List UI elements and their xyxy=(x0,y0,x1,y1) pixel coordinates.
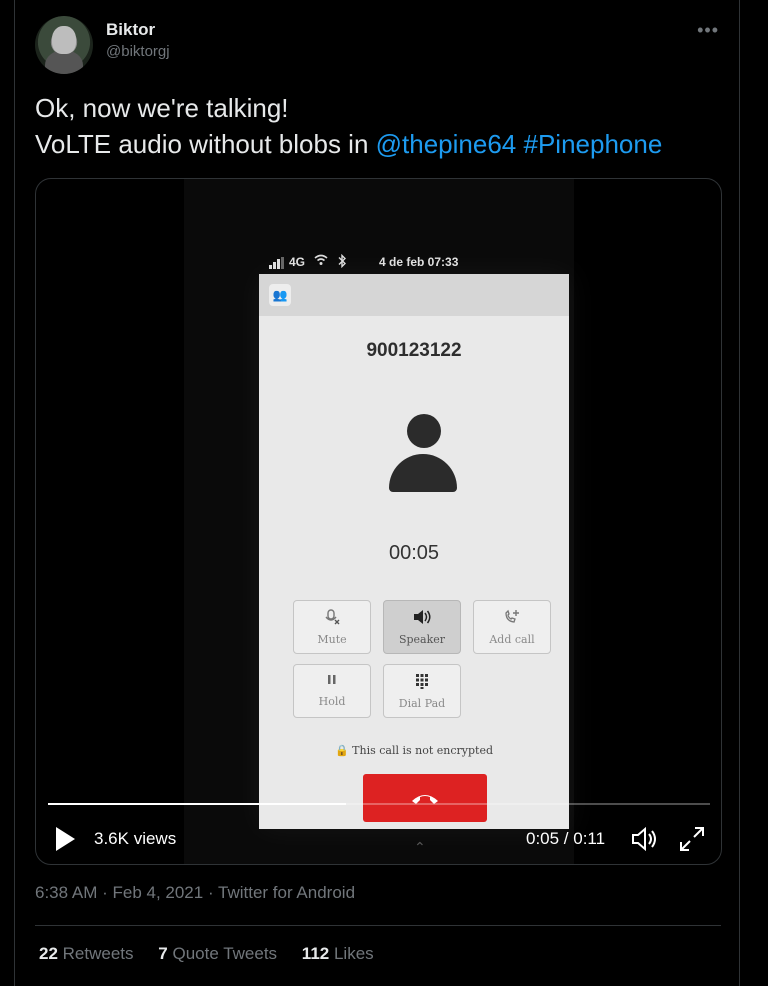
hold-label: Hold xyxy=(318,695,346,708)
bluetooth-icon xyxy=(337,253,347,271)
likes-count: 112 xyxy=(301,944,330,963)
phone-status-bar: 4G 4 de feb 07:33 xyxy=(269,253,569,273)
hangup-button xyxy=(363,774,487,822)
more-options-icon[interactable]: ••• xyxy=(697,20,719,41)
pause-icon xyxy=(294,673,370,691)
likes-stat[interactable]: 112 Likes xyxy=(302,944,374,963)
encryption-notice: 🔒 This call is not encrypted xyxy=(259,744,569,757)
phone-clock: 4 de feb 07:33 xyxy=(379,255,459,269)
video-progress-fill xyxy=(48,803,346,805)
speaker-button: Speaker xyxy=(383,600,461,654)
call-timer: 00:05 xyxy=(388,542,440,564)
quote-tweets-stat[interactable]: 7 Quote Tweets xyxy=(158,944,277,963)
video-player[interactable]: 4G 4 de feb 07:33 👥 900123122 00:05 Mute… xyxy=(35,178,722,865)
play-icon[interactable] xyxy=(56,827,75,851)
retweets-count: 22 xyxy=(39,944,58,963)
view-count: 3.6K views xyxy=(94,829,177,848)
dialpad-icon xyxy=(384,673,460,693)
retweets-stat[interactable]: 22 Retweets xyxy=(39,944,134,963)
speaker-label: Speaker xyxy=(398,633,446,646)
tweet-stats: 22 Retweets 7 Quote Tweets 112 Likes xyxy=(39,944,394,964)
display-name[interactable]: Biktor xyxy=(106,20,155,40)
avatar[interactable] xyxy=(35,16,93,74)
divider xyxy=(35,925,721,926)
tweet-line-1: Ok, now we're talking! xyxy=(35,93,289,123)
mute-label: Mute xyxy=(317,633,347,646)
tweet-card: Biktor @biktorgj ••• Ok, now we're talki… xyxy=(14,0,740,986)
dialpad-label: Dial Pad xyxy=(398,697,446,710)
add-call-icon xyxy=(474,609,550,629)
phone-call-screen: 👥 900123122 00:05 Mute Speaker Add call … xyxy=(259,274,569,829)
person-icon xyxy=(389,414,459,494)
hangup-icon xyxy=(410,785,440,810)
tweet-timestamp[interactable]: 6:38 AM · Feb 4, 2021 · Twitter for Andr… xyxy=(35,883,355,903)
video-time: 0:05 / 0:11 xyxy=(526,829,606,848)
contacts-icon: 👥 xyxy=(269,284,291,306)
mention-link[interactable]: @thepine64 xyxy=(376,129,517,159)
call-header: 👥 xyxy=(259,274,569,316)
person-head xyxy=(407,414,441,448)
dialpad-button: Dial Pad xyxy=(383,664,461,718)
chevron-up-icon: ⌃ xyxy=(414,839,426,855)
video-frame: 4G 4 de feb 07:33 👥 900123122 00:05 Mute… xyxy=(184,179,574,864)
quotes-label: Quote Tweets xyxy=(172,944,278,963)
volume-icon[interactable] xyxy=(630,825,660,853)
encryption-text: This call is not encrypted xyxy=(352,744,494,757)
mute-button: Mute xyxy=(293,600,371,654)
mic-off-icon xyxy=(294,609,370,629)
likes-label: Likes xyxy=(333,944,374,963)
lock-icon: 🔒 xyxy=(334,744,349,757)
fullscreen-icon[interactable] xyxy=(678,825,706,853)
wifi-icon xyxy=(314,254,328,269)
add-call-button: Add call xyxy=(473,600,551,654)
network-type: 4G xyxy=(289,255,306,269)
user-handle[interactable]: @biktorgj xyxy=(106,43,170,60)
add-call-label: Add call xyxy=(489,633,535,646)
tweet-text: Ok, now we're talking! VoLTE audio witho… xyxy=(35,90,725,162)
person-torso xyxy=(389,454,457,492)
retweets-label: Retweets xyxy=(62,944,134,963)
speaker-icon xyxy=(384,609,460,629)
avatar-face xyxy=(52,26,76,54)
hold-button: Hold xyxy=(293,664,371,718)
quotes-count: 7 xyxy=(158,944,168,963)
signal-icon xyxy=(269,257,285,272)
call-number: 900123122 xyxy=(366,340,462,361)
hashtag-link[interactable]: #Pinephone xyxy=(524,129,663,159)
tweet-line-2: VoLTE audio without blobs in @thepine64 … xyxy=(35,126,725,162)
video-progress-track[interactable] xyxy=(48,803,710,805)
tweet-line-2-text: VoLTE audio without blobs in xyxy=(35,129,376,159)
